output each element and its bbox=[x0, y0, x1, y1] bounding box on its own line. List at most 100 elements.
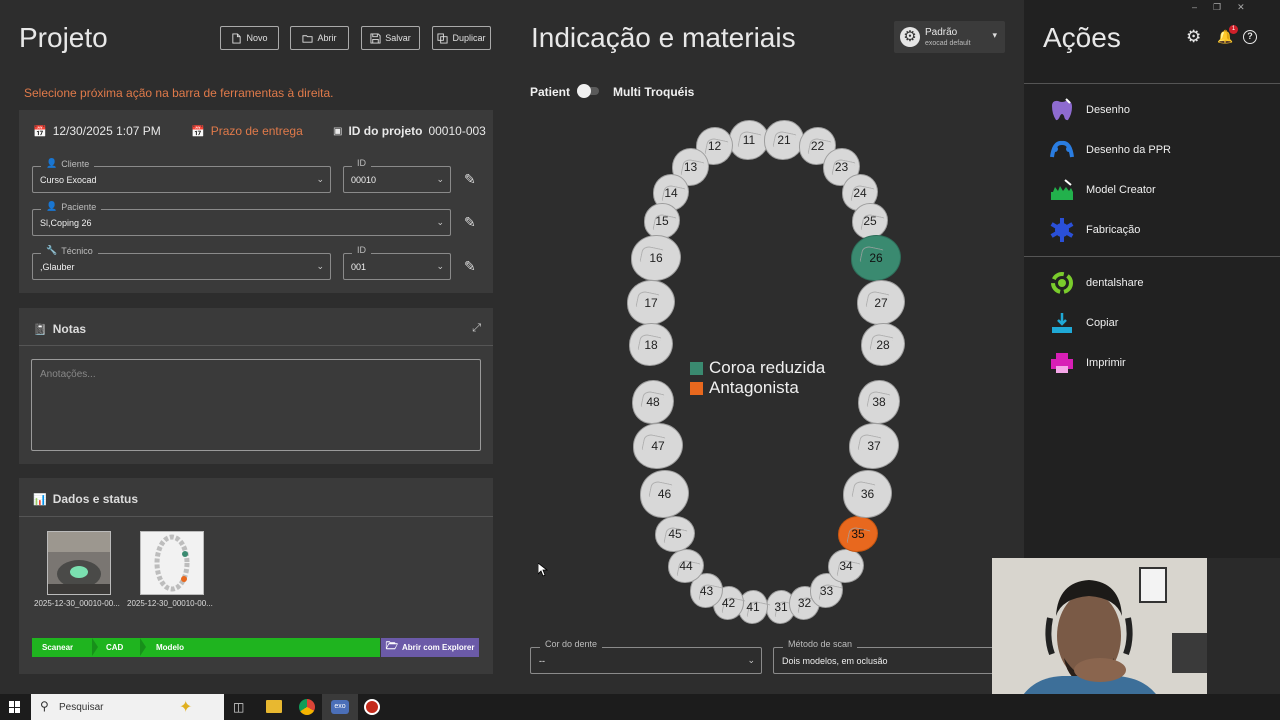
tooth-34[interactable]: 34 bbox=[828, 549, 864, 583]
tooth-11[interactable]: 11 bbox=[729, 120, 769, 160]
notes-title: Notas bbox=[52, 322, 87, 336]
duplicate-icon bbox=[437, 32, 449, 44]
file-explorer-icon[interactable] bbox=[266, 700, 282, 713]
taskbar: ⚲ Pesquisar ✦ ◫ exo bbox=[0, 694, 1280, 720]
patient-field[interactable]: 👤 Paciente Sl,Coping 26 ⌄ bbox=[32, 201, 451, 236]
save-button[interactable]: Salvar bbox=[361, 26, 420, 50]
exocad-taskbar-item[interactable]: exo bbox=[322, 694, 358, 720]
step-scan[interactable]: Scanear bbox=[42, 643, 73, 652]
tooth-17-label: 17 bbox=[644, 295, 658, 310]
action-partial-design[interactable]: Desenho da PPR bbox=[1048, 136, 1171, 163]
chrome-icon[interactable] bbox=[299, 699, 315, 715]
tooth-27[interactable]: 27 bbox=[857, 280, 905, 325]
tooth-16[interactable]: 16 bbox=[631, 235, 681, 281]
tooth-color-value: -- bbox=[539, 656, 545, 666]
technician-value: ,Glauber bbox=[40, 262, 75, 272]
action-print[interactable]: Imprimir bbox=[1048, 349, 1126, 376]
project-date-text: 12/30/2025 1:07 PM bbox=[52, 124, 161, 138]
tooth-35[interactable]: 35 bbox=[838, 516, 878, 552]
notes-textarea[interactable]: Anotações... bbox=[31, 359, 481, 451]
id-card-icon: ▣ bbox=[333, 125, 343, 137]
minimize-icon[interactable]: – bbox=[1192, 2, 1197, 13]
new-button[interactable]: Novo bbox=[220, 26, 279, 50]
duplicate-button[interactable]: Duplicar bbox=[432, 26, 491, 50]
tooth-47[interactable]: 47 bbox=[633, 423, 683, 469]
chevron-down-icon: ⌄ bbox=[747, 655, 755, 665]
taskbar-search[interactable]: ⚲ Pesquisar ✦ bbox=[31, 694, 224, 720]
tooth-27-label: 27 bbox=[874, 295, 888, 310]
action-model-creator[interactable]: Model Creator bbox=[1048, 176, 1156, 203]
chevron-down-icon: ⌄ bbox=[436, 217, 444, 227]
edit-client-pencil-icon[interactable]: ✎ bbox=[464, 171, 478, 187]
client-id-field[interactable]: ID 00010 ⌄ bbox=[343, 158, 451, 193]
tooth-26[interactable]: 26 bbox=[851, 235, 901, 281]
tooth-36[interactable]: 36 bbox=[843, 470, 892, 518]
tooth-21[interactable]: 21 bbox=[764, 120, 804, 160]
edit-technician-pencil-icon[interactable]: ✎ bbox=[464, 258, 478, 274]
scan-thumbnail[interactable] bbox=[47, 531, 111, 595]
tooth-25[interactable]: 25 bbox=[852, 203, 888, 239]
tooth-17[interactable]: 17 bbox=[627, 280, 675, 325]
tooth-45[interactable]: 45 bbox=[655, 516, 695, 552]
edit-patient-pencil-icon[interactable]: ✎ bbox=[464, 214, 478, 230]
tooth-33-label: 33 bbox=[819, 583, 834, 598]
new-button-label: Novo bbox=[246, 33, 268, 43]
expand-icon[interactable]: ⤢ bbox=[472, 322, 481, 335]
person-icon: 👤 bbox=[46, 201, 58, 211]
step-cad[interactable]: CAD bbox=[106, 643, 123, 652]
legend-item-reduced-crown: Coroa reduzida bbox=[690, 358, 825, 378]
close-icon[interactable]: ✕ bbox=[1237, 2, 1245, 13]
tooth-28[interactable]: 28 bbox=[861, 323, 905, 366]
deadline[interactable]: 📅 Prazo de entrega bbox=[191, 124, 303, 138]
notes-placeholder: Anotações... bbox=[40, 369, 96, 380]
new-file-icon bbox=[232, 32, 242, 44]
action-design[interactable]: Desenho bbox=[1048, 96, 1130, 123]
status-title: Dados e status bbox=[52, 492, 139, 506]
status-divider bbox=[19, 516, 493, 517]
legend-swatch-orange bbox=[690, 381, 703, 395]
technician-id-field[interactable]: ID 001 ⌄ bbox=[343, 245, 451, 280]
tooth-21-label: 21 bbox=[777, 133, 791, 147]
tooth-18[interactable]: 18 bbox=[629, 323, 673, 366]
tooth-37[interactable]: 37 bbox=[849, 423, 899, 469]
arch-thumbnail[interactable] bbox=[140, 531, 204, 595]
tooth-48-label: 48 bbox=[646, 395, 660, 409]
client-field[interactable]: 👤 Cliente Curso Exocad ⌄ bbox=[32, 158, 331, 193]
step-model[interactable]: Modelo bbox=[156, 643, 184, 652]
tooth-31-label: 31 bbox=[774, 600, 788, 614]
scan-method-select[interactable]: Método de scan Dois modelos, em oclusão bbox=[773, 639, 1005, 674]
project-id-label: ID do projeto bbox=[348, 124, 423, 138]
bar-chart-icon: 📊 bbox=[33, 493, 47, 506]
tooth-color-select[interactable]: Cor do dente -- ⌄ bbox=[530, 639, 762, 674]
recorder-icon[interactable] bbox=[364, 699, 380, 715]
open-explorer-button[interactable]: 🗁 Abrir com Explorer bbox=[381, 638, 479, 657]
tooth-chart: 11 12 13 14 15 16 17 18 21 22 23 24 25 2… bbox=[510, 0, 1024, 694]
folder-upload-icon: 🗁 bbox=[385, 641, 398, 652]
help-icon[interactable]: ? bbox=[1243, 30, 1257, 44]
legend-label-reduced-crown: Coroa reduzida bbox=[709, 358, 826, 377]
restore-icon[interactable]: ❐ bbox=[1213, 2, 1221, 13]
wrench-icon: 🔧 bbox=[46, 245, 58, 255]
arch-file-label: 2025-12-30_00010-00... bbox=[127, 599, 213, 608]
task-view-icon[interactable]: ◫ bbox=[233, 700, 244, 714]
scan-preview-image bbox=[48, 532, 110, 594]
action-dentalshare[interactable]: dentalshare bbox=[1048, 269, 1144, 296]
tooth-15[interactable]: 15 bbox=[644, 203, 680, 239]
settings-gear-icon[interactable]: ⚙ bbox=[1186, 27, 1201, 47]
windows-start-icon[interactable] bbox=[9, 701, 21, 713]
tooth-34-label: 34 bbox=[839, 559, 853, 573]
action-copy[interactable]: Copiar bbox=[1048, 309, 1118, 336]
tooth-38[interactable]: 38 bbox=[858, 380, 900, 424]
tooth-46[interactable]: 46 bbox=[640, 470, 689, 518]
sparkle-icon: ✦ bbox=[179, 699, 193, 716]
client-value: Curso Exocad bbox=[40, 175, 97, 185]
tooth-48[interactable]: 48 bbox=[632, 380, 674, 424]
dentalshare-icon bbox=[1048, 269, 1075, 296]
action-fabrication[interactable]: Fabricação bbox=[1048, 216, 1140, 243]
open-button[interactable]: Abrir bbox=[290, 26, 349, 50]
tooth-11-label: 11 bbox=[742, 133, 756, 147]
calendar-icon: 📅 bbox=[33, 125, 47, 138]
project-date: 📅 12/30/2025 1:07 PM bbox=[33, 124, 161, 138]
project-id-value: 00010-003 bbox=[428, 124, 486, 138]
technician-field[interactable]: 🔧 Técnico ,Glauber ⌄ bbox=[32, 245, 331, 280]
